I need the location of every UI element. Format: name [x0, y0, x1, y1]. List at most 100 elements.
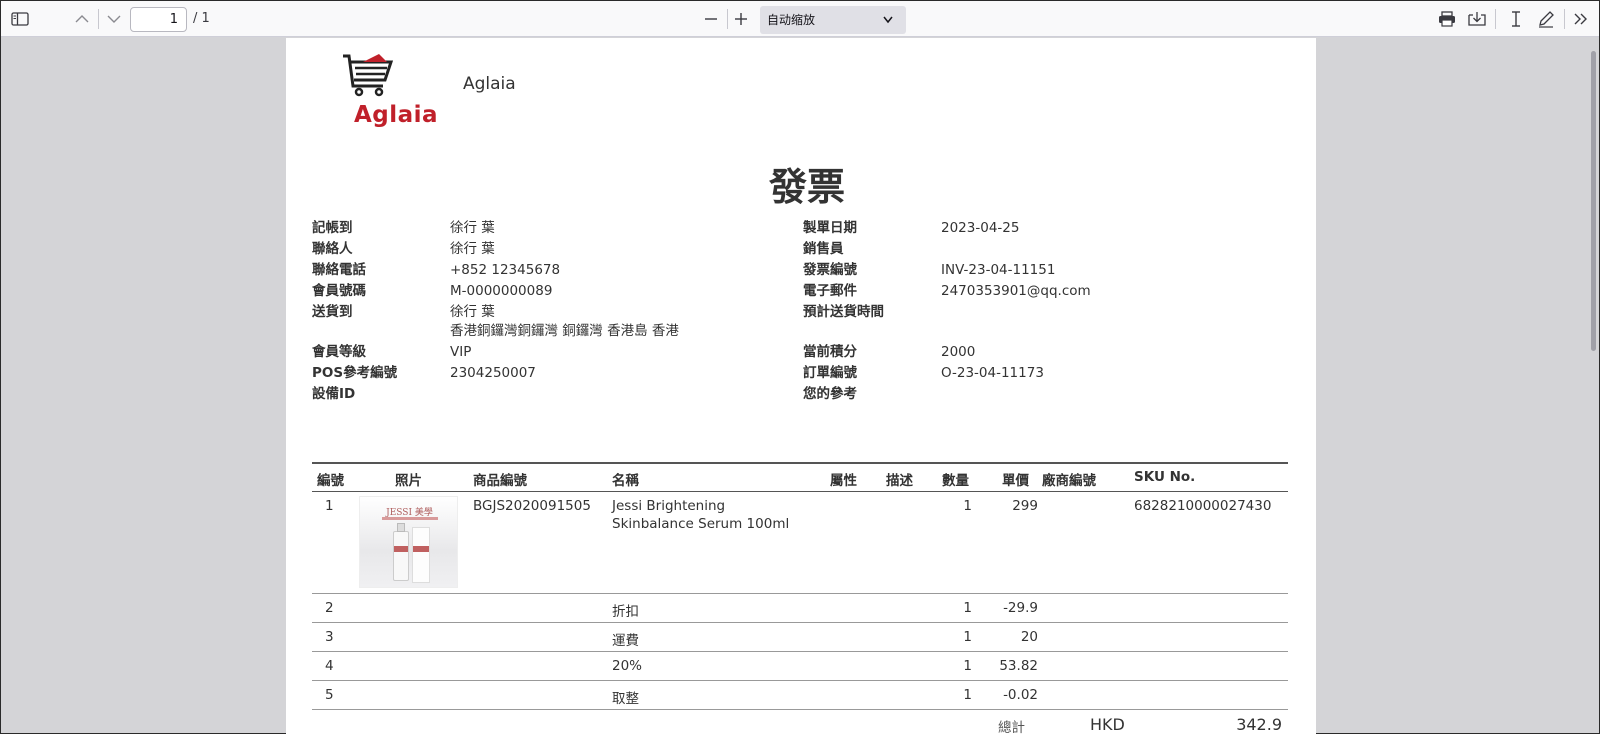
- pen-icon: [1539, 11, 1554, 28]
- row-unit-price: 20: [1020, 629, 1038, 645]
- info-value: 2023-04-25: [941, 220, 1020, 236]
- page-number-input[interactable]: 1: [130, 7, 187, 32]
- column-header-name: 名稱: [612, 473, 639, 489]
- download-button[interactable]: [1465, 7, 1489, 31]
- download-icon: [1468, 12, 1486, 26]
- row-name: 運費: [612, 633, 639, 649]
- info-label: 記帳到: [312, 220, 353, 236]
- row-no: 5: [325, 687, 334, 703]
- info-label: 製單日期: [803, 220, 857, 236]
- logo-text: Aglaia: [354, 102, 439, 128]
- info-value: 2304250007: [450, 365, 536, 381]
- table-row: 1 JESSI 美學 BGJS2020091505 Jessi Brighten…: [312, 492, 1288, 594]
- zoom-select[interactable]: 自动缩放: [760, 6, 906, 34]
- total-currency: HKD: [1090, 715, 1125, 734]
- table-row: 2 折扣 1 -29.9: [312, 594, 1288, 623]
- info-row: 當前積分 2000: [803, 342, 1283, 363]
- column-header-product-code: 商品編號: [473, 473, 527, 489]
- pdf-page: Aglaia Aglaia 發票 記帳到 徐行 葉 聯絡人 徐行 葉 聯絡電話 +85…: [286, 38, 1316, 734]
- info-value: 2470353901@qq.com: [941, 283, 1091, 299]
- info-label: 發票編號: [803, 262, 857, 278]
- page-count-label: / 1: [193, 11, 210, 26]
- info-value: M-0000000089: [450, 283, 553, 299]
- double-chevron-right-icon: [1574, 13, 1587, 25]
- sidebar-toggle-icon: [11, 12, 29, 26]
- toolbar-divider: [98, 9, 99, 29]
- info-label: 設備ID: [312, 386, 356, 402]
- info-row: 發票編號 INV-23-04-11151: [803, 260, 1283, 281]
- info-row: 訂單編號 O-23-04-11173: [803, 363, 1283, 384]
- table-row: 5 取整 1 -0.02: [312, 681, 1288, 710]
- chevron-up-icon: [75, 15, 89, 23]
- aglaia-logo: Aglaia: [321, 48, 438, 128]
- row-name: Jessi Brightening: [612, 498, 726, 514]
- info-label: 銷售員: [803, 241, 844, 257]
- info-label: 電子郵件: [803, 283, 857, 299]
- info-row: 設備ID: [312, 384, 782, 405]
- info-row: 電子郵件 2470353901@qq.com: [803, 281, 1283, 302]
- info-row: POS參考編號 2304250007: [312, 363, 782, 384]
- column-header-qty: 數量: [942, 473, 969, 489]
- total-row: 總計 HKD 342.9: [312, 710, 1288, 734]
- table-header: 編號 照片 商品編號 名稱 屬性 描述 數量 單價 廠商編號 SKU No.: [312, 462, 1288, 492]
- row-no: 4: [325, 658, 334, 674]
- info-value: VIP: [450, 344, 472, 360]
- invoice-title: 發票: [768, 165, 845, 209]
- row-name-line2: Skinbalance Serum 100ml: [612, 516, 790, 532]
- info-label: 聯絡人: [312, 241, 353, 257]
- row-no: 2: [325, 600, 334, 616]
- row-no: 1: [325, 498, 334, 514]
- product-image: JESSI 美學: [359, 496, 458, 588]
- total-amount: 342.9: [1236, 715, 1282, 734]
- info-label: 聯絡電話: [312, 262, 366, 278]
- row-qty: 1: [963, 498, 972, 514]
- row-name: 折扣: [612, 604, 639, 620]
- more-tools-button[interactable]: [1569, 7, 1593, 31]
- info-row: 銷售員: [803, 239, 1283, 260]
- toolbar-divider: [1564, 9, 1565, 29]
- sidebar-toggle-button[interactable]: [8, 7, 32, 31]
- row-qty: 1: [963, 658, 972, 674]
- row-sku: 6828210000027430: [1134, 498, 1272, 514]
- row-unit-price: 299: [1012, 498, 1038, 514]
- column-header-sku: SKU No.: [1134, 469, 1196, 485]
- table-row: 4 20% 1 53.82: [312, 652, 1288, 681]
- product-box-icon: [412, 527, 430, 583]
- zoom-in-icon: [735, 13, 747, 25]
- info-label: 會員等級: [312, 344, 366, 360]
- total-label: 總計: [998, 720, 1025, 734]
- row-name: 20%: [612, 658, 643, 674]
- table-row: 3 運費 1 20: [312, 623, 1288, 652]
- zoom-out-button[interactable]: [699, 7, 723, 31]
- text-tool-button[interactable]: [1504, 7, 1528, 31]
- row-name: 取整: [612, 691, 639, 707]
- shopping-cart-icon: [343, 54, 394, 97]
- next-page-button[interactable]: [102, 7, 126, 31]
- print-button[interactable]: [1435, 7, 1459, 31]
- draw-tool-button[interactable]: [1534, 7, 1558, 31]
- info-value: INV-23-04-11151: [941, 262, 1056, 278]
- toolbar-divider: [727, 9, 728, 29]
- info-label: 您的參考: [803, 386, 857, 402]
- row-unit-price: -29.9: [1003, 600, 1038, 616]
- info-row: 製單日期 2023-04-25: [803, 218, 1283, 239]
- delivery-address: 香港銅鑼灣銅鑼灣 銅鑼灣 香港島 香港: [450, 323, 679, 339]
- row-product-code: BGJS2020091505: [473, 498, 591, 514]
- company-name: Aglaia: [463, 74, 516, 94]
- column-header-description: 描述: [886, 473, 913, 489]
- serum-bottle-icon: [393, 523, 409, 581]
- zoom-in-button[interactable]: [729, 7, 753, 31]
- row-no: 3: [325, 629, 334, 645]
- items-table: 編號 照片 商品編號 名稱 屬性 描述 數量 單價 廠商編號 SKU No. 1…: [312, 462, 1288, 734]
- column-header-vendor-code: 廠商編號: [1042, 473, 1096, 489]
- zoom-out-icon: [705, 18, 717, 20]
- info-row: 預計送貨時間: [803, 302, 1283, 342]
- info-label: POS參考編號: [312, 365, 398, 381]
- text-cursor-icon: [1512, 11, 1520, 27]
- zoom-select-value: 自动缩放: [767, 13, 816, 27]
- column-header-unit-price: 單價: [1002, 473, 1029, 489]
- billing-info-left: 記帳到 徐行 葉 聯絡人 徐行 葉 聯絡電話 +852 12345678 會員號碼 M-…: [312, 218, 782, 405]
- previous-page-button[interactable]: [70, 7, 94, 31]
- vertical-scrollbar[interactable]: [1591, 51, 1596, 351]
- info-row: 聯絡電話 +852 12345678: [312, 260, 782, 281]
